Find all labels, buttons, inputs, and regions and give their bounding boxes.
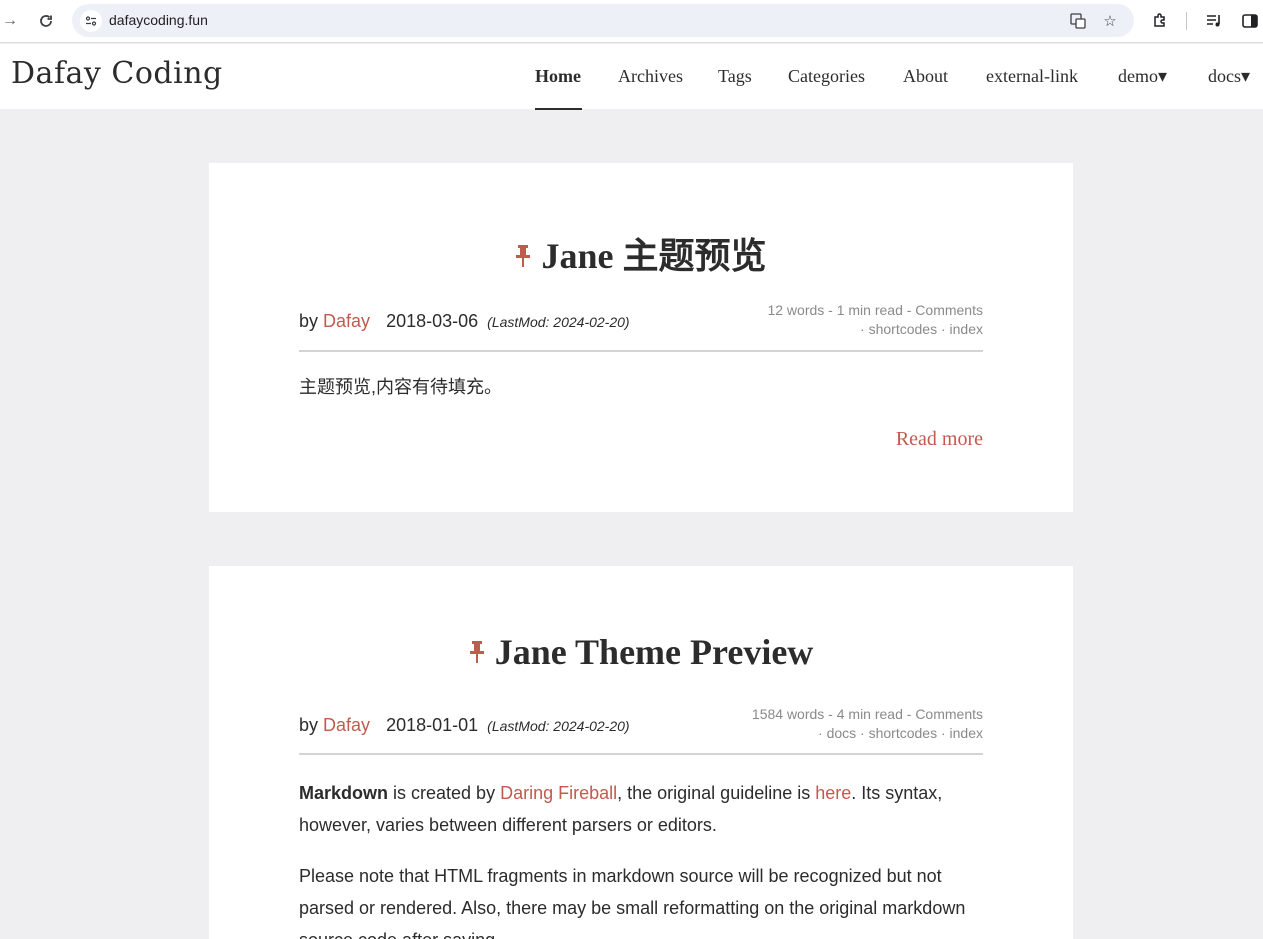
by-label: by: [299, 311, 319, 331]
lastmod-date: (LastMod: 2024-02-20): [487, 314, 630, 330]
post-excerpt: 主题预览,内容有待填充。: [299, 377, 502, 397]
post-word-count[interactable]: 12 words - 1 min read - Comments: [767, 301, 983, 320]
lastmod-date: (LastMod: 2024-02-20): [487, 718, 630, 734]
menu-item-tags[interactable]: Tags: [718, 66, 752, 87]
post-excerpt-paragraph: Please note that HTML fragments in markd…: [299, 866, 966, 939]
post-title-text[interactable]: Jane Theme Preview: [495, 632, 814, 672]
excerpt-text: , the original guideline is: [617, 783, 816, 803]
post-tags[interactable]: · shortcodes · index: [767, 320, 983, 339]
menu-item-demo[interactable]: demo▾: [1118, 66, 1167, 87]
post-date: 2018-01-01: [386, 715, 479, 735]
post-meta: by Dafay 2018-03-06 (LastMod: 2024-02-20): [299, 311, 630, 332]
bookmark-star-icon[interactable]: ☆: [1099, 10, 1121, 32]
menu-item-archives[interactable]: Archives: [618, 66, 683, 87]
post-card: Jane 主题预览 by Dafay 2018-03-06 (LastMod: 2…: [209, 163, 1073, 512]
post-date: 2018-03-06: [386, 311, 479, 331]
url-text[interactable]: dafaycoding.fun: [109, 12, 208, 28]
extensions-icon[interactable]: [1148, 9, 1172, 33]
forward-icon[interactable]: →: [0, 11, 20, 31]
read-more-link[interactable]: Read more: [896, 428, 983, 451]
reload-icon[interactable]: [36, 11, 56, 31]
guideline-link[interactable]: here: [815, 783, 851, 803]
side-panel-icon[interactable]: [1238, 9, 1262, 33]
author-link[interactable]: Dafay: [323, 715, 370, 735]
by-label: by: [299, 715, 319, 735]
post-meta: by Dafay 2018-01-01 (LastMod: 2024-02-20): [299, 715, 630, 736]
post-excerpt-paragraph: Markdown is created by Daring Fireball, …: [299, 777, 983, 841]
excerpt-text: is created by: [388, 783, 501, 803]
author-link[interactable]: Dafay: [323, 311, 370, 331]
post-tags[interactable]: · docs · shortcodes · index: [752, 724, 983, 743]
post-title-text[interactable]: Jane 主题预览: [541, 236, 766, 276]
site-header: Dafay Coding Home Archives Tags Categori…: [0, 44, 1263, 110]
site-info-icon[interactable]: [80, 10, 102, 32]
menu-item-home[interactable]: Home: [535, 66, 581, 87]
post-title[interactable]: Jane 主题预览: [209, 227, 1073, 279]
meta-divider: [299, 753, 983, 755]
browser-toolbar: → dafaycoding.fun ☆: [0, 0, 1263, 43]
active-menu-indicator: [535, 108, 582, 110]
menu-item-external-link[interactable]: external-link: [986, 66, 1078, 87]
main-menu: Home Archives Tags Categories About exte…: [0, 44, 1263, 110]
bold-text: Markdown: [299, 783, 389, 803]
post-title[interactable]: Jane Theme Preview: [209, 631, 1073, 673]
post-stats: 12 words - 1 min read - Comments · short…: [767, 301, 983, 339]
reading-list-icon[interactable]: [1202, 9, 1226, 33]
post-stats: 1584 words - 4 min read - Comments · doc…: [752, 705, 983, 743]
pin-icon: [516, 244, 531, 267]
address-bar[interactable]: dafaycoding.fun ☆: [72, 4, 1134, 37]
post-card: Jane Theme Preview by Dafay 2018-01-01 (L…: [209, 566, 1073, 939]
menu-item-categories[interactable]: Categories: [788, 66, 865, 87]
meta-divider: [299, 350, 983, 352]
daring-fireball-link[interactable]: Daring Fireball: [500, 783, 617, 803]
menu-item-docs[interactable]: docs▾: [1208, 66, 1250, 87]
pin-icon: [469, 640, 484, 663]
toolbar-separator: [1186, 12, 1187, 30]
post-word-count[interactable]: 1584 words - 4 min read - Comments: [752, 705, 983, 724]
translate-icon[interactable]: [1067, 10, 1089, 32]
menu-item-about[interactable]: About: [903, 66, 948, 87]
